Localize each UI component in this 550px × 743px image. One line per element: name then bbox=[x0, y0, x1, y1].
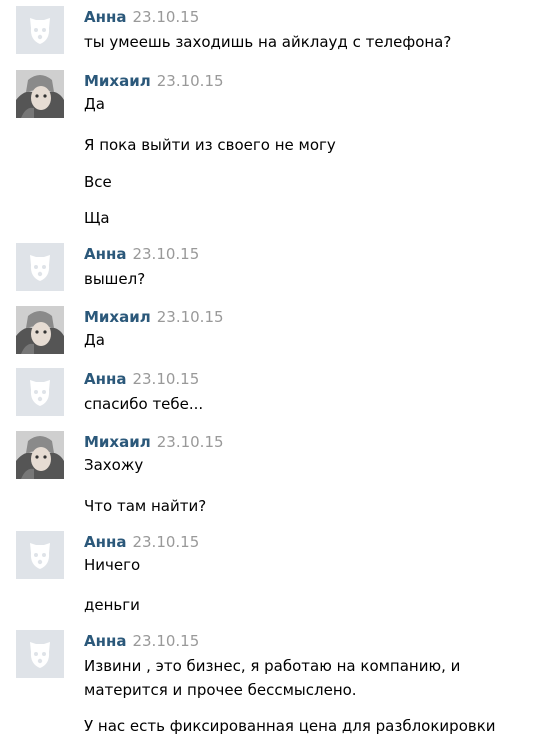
message-date: 23.10.15 bbox=[156, 72, 224, 90]
message-date: 23.10.15 bbox=[132, 245, 200, 263]
author-name[interactable]: Михаил bbox=[84, 308, 151, 326]
author-name[interactable]: Анна bbox=[84, 533, 126, 551]
message-text: деньги bbox=[84, 596, 140, 614]
author-name[interactable]: Анна bbox=[84, 8, 126, 26]
default-avatar-icon[interactable] bbox=[16, 243, 64, 291]
author-name[interactable]: Михаил bbox=[84, 72, 151, 90]
message-text: Я пока выйти из своего не могу bbox=[84, 136, 336, 154]
message-text: Да bbox=[84, 95, 105, 113]
default-avatar-icon[interactable] bbox=[16, 630, 64, 678]
message-header: Анна 23.10.15 bbox=[84, 8, 199, 26]
author-name[interactable]: Анна bbox=[84, 370, 126, 388]
message-header: Михаил 23.10.15 bbox=[84, 308, 224, 326]
message-header: Анна 23.10.15 bbox=[84, 533, 199, 551]
message-header: Анна 23.10.15 bbox=[84, 370, 199, 388]
author-name[interactable]: Анна bbox=[84, 632, 126, 650]
message-text: У нас есть фиксированная цена для разбло… bbox=[84, 717, 496, 735]
message-date: 23.10.15 bbox=[132, 8, 200, 26]
author-name[interactable]: Михаил bbox=[84, 433, 151, 451]
message-text: Извини , это бизнес, я работаю на компан… bbox=[84, 657, 461, 699]
message-header: Михаил 23.10.15 bbox=[84, 72, 224, 90]
message-date: 23.10.15 bbox=[132, 632, 200, 650]
message-text: Ща bbox=[84, 209, 110, 227]
message-header: Михаил 23.10.15 bbox=[84, 433, 224, 451]
message-text: ты умеешь заходишь на айклауд с телефона… bbox=[84, 33, 452, 51]
message-text: вышел? bbox=[84, 270, 146, 288]
message-date: 23.10.15 bbox=[156, 308, 224, 326]
default-avatar-icon[interactable] bbox=[16, 531, 64, 579]
message-text: Ничего bbox=[84, 556, 141, 574]
user-photo-avatar[interactable] bbox=[16, 70, 64, 118]
message-text: Захожу bbox=[84, 456, 144, 474]
message-text: Что там найти? bbox=[84, 497, 207, 515]
message-header: Анна 23.10.15 bbox=[84, 245, 199, 263]
message-text: Все bbox=[84, 173, 112, 191]
message-date: 23.10.15 bbox=[156, 433, 224, 451]
user-photo-avatar[interactable] bbox=[16, 306, 64, 354]
message-text: спасибо тебе... bbox=[84, 395, 204, 413]
message-text: Да bbox=[84, 331, 105, 349]
default-avatar-icon[interactable] bbox=[16, 368, 64, 416]
author-name[interactable]: Анна bbox=[84, 245, 126, 263]
user-photo-avatar[interactable] bbox=[16, 431, 64, 479]
message-date: 23.10.15 bbox=[132, 533, 200, 551]
default-avatar-icon[interactable] bbox=[16, 6, 64, 54]
message-date: 23.10.15 bbox=[132, 370, 200, 388]
message-header: Анна 23.10.15 bbox=[84, 632, 199, 650]
